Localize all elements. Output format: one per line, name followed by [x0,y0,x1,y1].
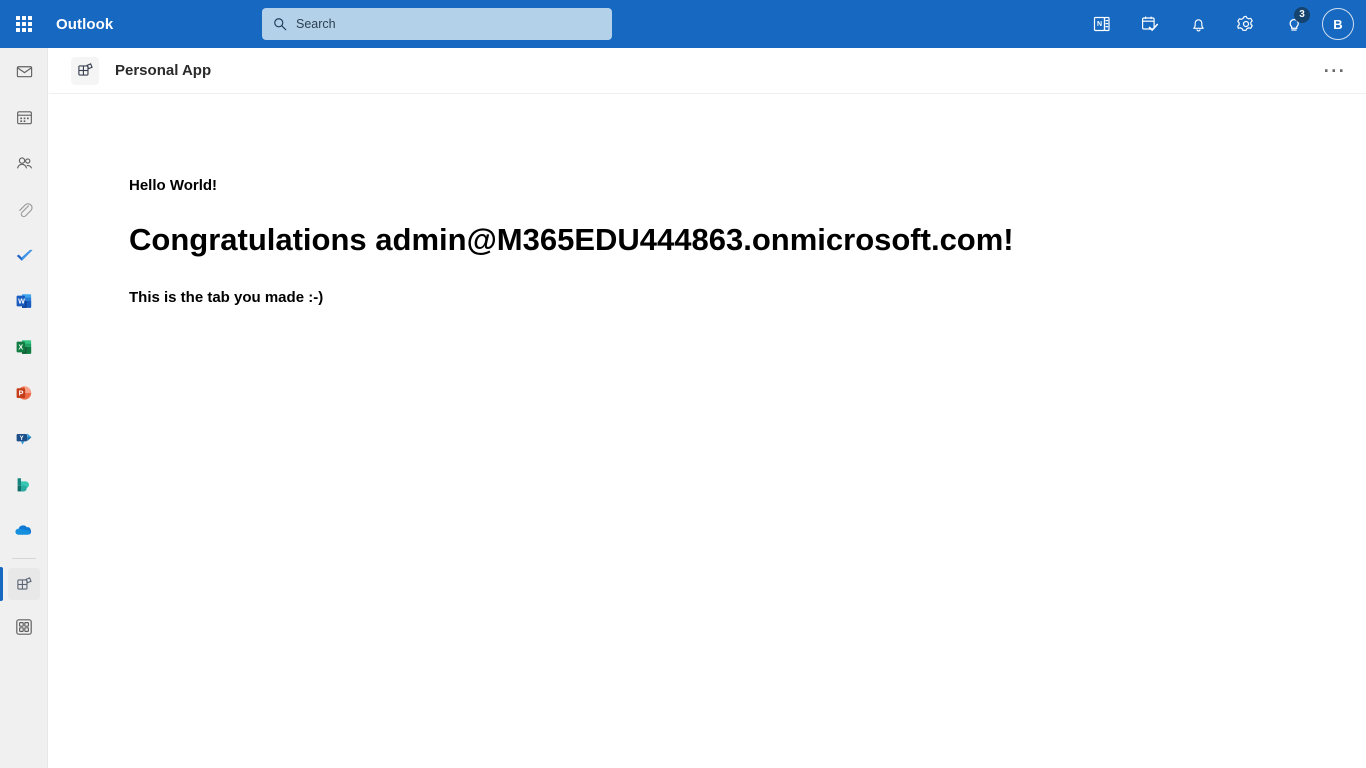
my-day-icon[interactable] [1126,0,1174,48]
yammer-icon: Y [8,423,40,455]
svg-text:X: X [18,343,23,352]
app-launcher-waffle-button[interactable] [0,0,48,48]
calendar-icon [8,101,40,133]
tab-description-text: This is the tab you made :-) [129,289,324,306]
svg-text:Y: Y [20,436,24,442]
sidebar-item-word[interactable]: W [0,278,48,324]
app-header: Personal App ··· [49,48,1366,94]
onenote-feed-icon[interactable]: N [1078,0,1126,48]
sidebar-item-mail[interactable] [0,48,48,94]
sidebar-item-files[interactable] [0,186,48,232]
people-icon [8,147,40,179]
more-options-button[interactable]: ··· [1316,48,1354,94]
sidebar-item-todo[interactable] [0,232,48,278]
sidebar-item-bookings[interactable] [0,462,48,508]
onedrive-cloud-icon [8,515,40,547]
search-input[interactable]: Search [262,8,612,40]
congratulations-heading: Congratulations admin@M365EDU444863.onmi… [129,222,1014,257]
sidebar-item-people[interactable] [0,140,48,186]
waffle-grid-icon [16,16,32,32]
bookings-icon [8,469,40,501]
sidebar-item-personal-app[interactable] [0,561,48,607]
excel-icon: X [8,331,40,363]
personal-app-icon[interactable] [71,56,99,85]
todo-check-icon [8,239,40,271]
sidebar-item-onedrive[interactable] [0,508,48,554]
help-lightbulb-icon[interactable]: 3 [1270,0,1318,48]
top-app-bar: Outlook Search N 3 B [0,0,1366,48]
svg-text:P: P [19,389,24,398]
help-notification-badge: 3 [1294,7,1310,23]
sidebar-item-powerpoint[interactable]: P [0,370,48,416]
page-title: Personal App [115,62,212,79]
powerpoint-icon: P [8,377,40,409]
sidebar-item-excel[interactable]: X [0,324,48,370]
settings-gear-icon[interactable] [1222,0,1270,48]
sidebar-item-yammer[interactable]: Y [0,416,48,462]
svg-text:N: N [1097,21,1102,28]
sidebar-item-calendar[interactable] [0,94,48,140]
avatar[interactable]: B [1322,8,1354,40]
notifications-bell-icon[interactable] [1174,0,1222,48]
top-bar-icon-group: N 3 B [1078,0,1360,48]
search-container: Search [262,8,612,40]
mail-icon [8,55,40,87]
search-placeholder: Search [296,17,336,31]
left-app-rail: W X P Y [0,48,48,768]
rail-divider [12,558,36,559]
personal-app-icon [8,568,40,600]
paperclip-icon [8,193,40,225]
svg-text:W: W [18,297,25,306]
sidebar-item-all-apps[interactable] [0,604,48,650]
word-icon: W [8,285,40,317]
search-icon [273,17,287,31]
main-content: Hello World! Congratulations admin@M365E… [49,95,1366,768]
apps-grid-icon [8,611,40,643]
greeting-text: Hello World! [129,177,218,194]
brand-title: Outlook [56,15,114,33]
